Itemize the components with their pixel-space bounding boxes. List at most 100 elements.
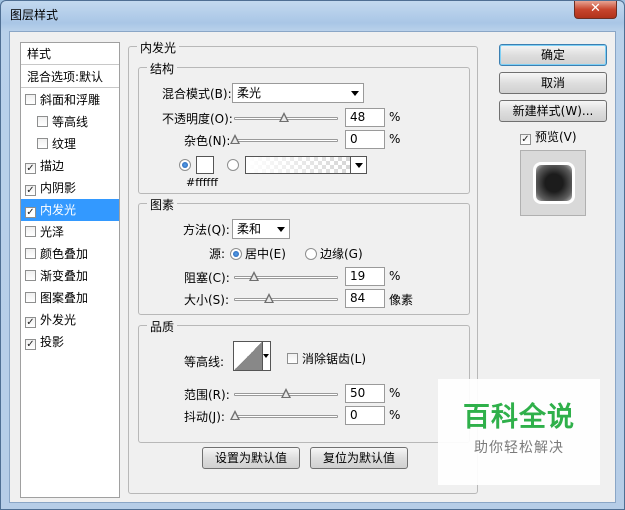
- style-item-label: 描边: [40, 159, 65, 173]
- checkbox-icon[interactable]: [25, 270, 36, 281]
- styles-header[interactable]: 样式: [21, 43, 119, 65]
- chevron-down-icon: [350, 157, 366, 173]
- choke-slider[interactable]: [234, 271, 338, 281]
- preview-swatch: [535, 164, 573, 202]
- choke-slider-thumb[interactable]: [249, 271, 259, 281]
- style-item-satin[interactable]: 光泽: [21, 221, 119, 243]
- style-item-label: 斜面和浮雕: [40, 93, 101, 107]
- style-item-outer-glow[interactable]: ✓ 外发光: [21, 309, 119, 331]
- style-item-bevel-emboss[interactable]: 斜面和浮雕: [21, 89, 119, 111]
- make-default-button[interactable]: 设置为默认值: [202, 447, 300, 469]
- radio-off-icon: [227, 159, 239, 171]
- glow-color-swatch[interactable]: [196, 156, 214, 174]
- style-item-label: 等高线: [52, 115, 89, 129]
- jitter-slider[interactable]: [230, 410, 338, 420]
- checkbox-checked-icon[interactable]: ✓: [25, 317, 36, 328]
- watermark-title: 百科全说: [463, 402, 575, 433]
- checkbox-icon[interactable]: [25, 248, 36, 259]
- layer-style-dialog: 图层样式 ✕ 样式 混合选项:默认 斜面和浮雕等高线纹理 ✓ 描边 ✓ 内阴影 ✓ 内发光光…: [0, 0, 625, 510]
- range-slider-thumb[interactable]: [281, 388, 291, 398]
- reset-default-button[interactable]: 复位为默认值: [310, 447, 408, 469]
- jitter-slider-thumb[interactable]: [230, 410, 240, 420]
- blend-mode-label: 混合模式(B):: [162, 87, 232, 101]
- technique-select[interactable]: 柔和: [232, 219, 290, 239]
- radio-on-icon: [179, 159, 191, 171]
- range-unit: %: [389, 386, 401, 400]
- preview-checkbox[interactable]: ✓ 预览(V): [520, 128, 577, 145]
- inner-glow-panel: 内发光 结构 混合模式(B): 柔光 不透明度(O): 48 % 杂色(N):: [128, 39, 478, 494]
- watermark: 百科全说 助你轻松解决: [438, 379, 600, 485]
- opacity-unit: %: [389, 110, 401, 124]
- checkbox-icon[interactable]: [25, 292, 36, 303]
- source-edge-radio[interactable]: 边缘(G): [305, 245, 363, 262]
- style-item-contour[interactable]: 等高线: [21, 111, 119, 133]
- style-item-label: 内阴影: [40, 181, 77, 195]
- structure-group: 结构 混合模式(B): 柔光 不透明度(O): 48 % 杂色(N): 0 %: [138, 60, 470, 194]
- ok-button[interactable]: 确定: [499, 44, 607, 66]
- source-edge-label: 边缘(G): [320, 247, 363, 261]
- noise-slider-thumb[interactable]: [230, 134, 240, 144]
- title-bar[interactable]: 图层样式 ✕: [1, 1, 624, 29]
- checkbox-icon[interactable]: [37, 138, 48, 149]
- antialias-checkbox[interactable]: 消除锯齿(L): [287, 350, 366, 367]
- checkbox-icon[interactable]: [37, 116, 48, 127]
- size-slider-thumb[interactable]: [264, 293, 274, 303]
- window-title: 图层样式: [10, 8, 59, 22]
- checkbox-checked-icon[interactable]: ✓: [25, 207, 36, 218]
- range-input[interactable]: 50: [345, 384, 385, 403]
- gradient-radio[interactable]: [227, 158, 242, 172]
- opacity-input[interactable]: 48: [345, 108, 385, 127]
- glow-gradient-picker[interactable]: [245, 156, 367, 174]
- checkbox-checked-icon[interactable]: ✓: [25, 185, 36, 196]
- blending-options-item[interactable]: 混合选项:默认: [21, 66, 119, 88]
- checkbox-icon[interactable]: [25, 94, 36, 105]
- noise-unit: %: [389, 132, 401, 146]
- styles-list: 样式 混合选项:默认 斜面和浮雕等高线纹理 ✓ 描边 ✓ 内阴影 ✓ 内发光 光泽颜色叠加渐变…: [20, 42, 120, 498]
- checkbox-icon: [287, 353, 298, 364]
- contour-picker[interactable]: [233, 341, 263, 371]
- style-preview-thumbnail: [520, 150, 586, 216]
- radio-on-icon: [230, 248, 242, 260]
- style-item-color-overlay[interactable]: 颜色叠加: [21, 243, 119, 265]
- choke-label: 阻塞(C):: [184, 271, 230, 285]
- jitter-unit: %: [389, 408, 401, 422]
- checkbox-icon[interactable]: [25, 226, 36, 237]
- source-center-radio[interactable]: 居中(E): [230, 245, 286, 262]
- quality-title: 品质: [147, 318, 178, 335]
- preview-label: 预览(V): [535, 130, 577, 144]
- structure-title: 结构: [147, 60, 178, 77]
- source-center-label: 居中(E): [245, 247, 286, 261]
- size-slider[interactable]: [234, 293, 338, 303]
- style-item-label: 图案叠加: [40, 291, 89, 305]
- cancel-button[interactable]: 取消: [499, 72, 607, 94]
- range-slider[interactable]: [234, 388, 338, 398]
- style-item-stroke[interactable]: ✓ 描边: [21, 155, 119, 177]
- style-item-inner-glow[interactable]: ✓ 内发光: [21, 199, 119, 221]
- blend-mode-value: 柔光: [237, 86, 262, 100]
- new-style-button[interactable]: 新建样式(W)...: [499, 100, 607, 122]
- range-label: 范围(R):: [184, 388, 230, 402]
- style-item-drop-shadow[interactable]: ✓ 投影: [21, 331, 119, 353]
- style-item-gradient-overlay[interactable]: 渐变叠加: [21, 265, 119, 287]
- noise-label: 杂色(N):: [184, 134, 231, 148]
- opacity-slider[interactable]: [234, 112, 338, 122]
- noise-slider[interactable]: [230, 134, 338, 144]
- solid-color-radio[interactable]: [179, 158, 194, 172]
- choke-unit: %: [389, 269, 401, 283]
- style-item-inner-shadow[interactable]: ✓ 内阴影: [21, 177, 119, 199]
- style-item-label: 颜色叠加: [40, 247, 89, 261]
- blend-mode-select[interactable]: 柔光: [232, 83, 364, 103]
- close-button[interactable]: ✕: [574, 1, 617, 19]
- style-item-pattern-overlay[interactable]: 图案叠加: [21, 287, 119, 309]
- opacity-slider-thumb[interactable]: [279, 112, 289, 122]
- noise-input[interactable]: 0: [345, 130, 385, 149]
- choke-input[interactable]: 19: [345, 267, 385, 286]
- jitter-input[interactable]: 0: [345, 406, 385, 425]
- elements-group: 图素 方法(Q): 柔和 源: 居中(E) 边缘(G) 阻塞(C): 19 % …: [138, 196, 470, 315]
- style-item-texture[interactable]: 纹理: [21, 133, 119, 155]
- size-input[interactable]: 84: [345, 289, 385, 308]
- contour-dropdown[interactable]: [263, 341, 271, 371]
- checkbox-checked-icon[interactable]: ✓: [25, 163, 36, 174]
- style-item-label: 投影: [40, 335, 65, 349]
- checkbox-checked-icon[interactable]: ✓: [25, 339, 36, 350]
